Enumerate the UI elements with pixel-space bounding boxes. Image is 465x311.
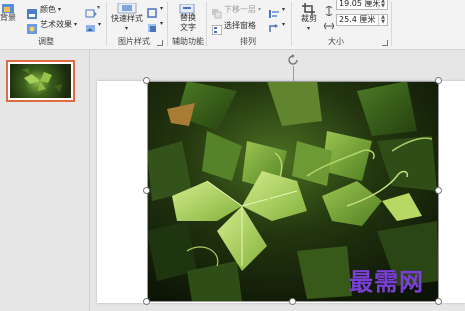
shape-height-icon (324, 1, 334, 17)
artistic-effects-icon[interactable] (27, 19, 37, 34)
resize-handle-top-right[interactable] (435, 77, 442, 84)
watermark-text: 最需网 (349, 267, 424, 296)
resize-handle-top-left[interactable] (143, 77, 150, 84)
picture-border-icon[interactable] (147, 3, 157, 18)
size-dialog-launcher[interactable] (382, 40, 388, 46)
slide-thumbnail-pane: 1 (0, 50, 90, 311)
quick-styles-button[interactable]: 快速样式 (111, 14, 143, 24)
shape-width-icon (323, 16, 335, 30)
picture-effects-dropdown-icon[interactable]: ▾ (160, 19, 163, 29)
remove-background-label[interactable]: 背景 (0, 13, 16, 23)
alt-text-button-line1[interactable]: 替换 (180, 13, 196, 23)
change-picture-dropdown-icon[interactable]: ▾ (98, 20, 101, 30)
compress-pictures-icon[interactable] (85, 4, 97, 18)
rotate-objects-dropdown-icon[interactable]: ▾ (282, 20, 285, 30)
group-divider (291, 2, 292, 46)
powerpoint-window: 背景 颜色 ▾ 艺术效果 ▾ ▾ ▾ 调整 快速样式 ▾ ▾ ▾ 图片样式 替换… (0, 0, 465, 311)
color-icon[interactable] (27, 4, 37, 19)
size-group-label: 大小 (328, 37, 344, 46)
remove-background-icon[interactable] (0, 0, 16, 13)
quick-styles-dropdown-icon[interactable]: ▾ (125, 24, 128, 34)
align-icon[interactable] (268, 4, 280, 18)
rotation-handle-stem (293, 66, 294, 81)
resize-handle-bottom-left[interactable] (143, 298, 150, 305)
shape-height-input[interactable]: 19.05 厘米 ▲ ▼ (336, 0, 388, 10)
adjust-group-label: 调整 (38, 37, 54, 46)
slide-thumbnail[interactable] (6, 60, 75, 102)
shape-width-value: 25.4 厘米 (339, 15, 376, 24)
resize-handle-middle-left[interactable] (143, 187, 150, 194)
send-backward-button: 下移一层 (224, 5, 256, 14)
picture-styles-dialog-launcher[interactable] (157, 40, 163, 46)
group-divider (206, 2, 207, 46)
send-backward-dropdown-icon: ▾ (258, 6, 262, 13)
slide-thumbnail-image (10, 64, 71, 98)
change-picture-icon[interactable] (85, 19, 97, 32)
alt-text-icon[interactable] (178, 0, 196, 14)
crop-dropdown-icon[interactable]: ▾ (307, 24, 310, 34)
send-backward-icon (212, 4, 222, 19)
rotate-handle-icon[interactable] (286, 52, 300, 66)
group-divider (167, 2, 168, 46)
selection-pane-button[interactable]: 选择窗格 (224, 21, 256, 31)
quick-styles-icon[interactable] (116, 0, 140, 14)
selection-pane-icon[interactable] (211, 20, 223, 36)
reset-picture-icon[interactable]: ▾ (97, 4, 103, 14)
color-button[interactable]: 颜色 (40, 5, 56, 15)
rotate-objects-icon[interactable] (268, 19, 280, 32)
shape-height-spinner[interactable]: ▲ ▼ (378, 0, 387, 9)
arrange-group-label: 排列 (240, 37, 256, 46)
shape-height-value: 19.05 厘米 (339, 0, 381, 8)
artistic-effects-dropdown-icon[interactable]: ▾ (74, 20, 77, 30)
shape-width-spinner[interactable]: ▲ ▼ (378, 15, 387, 25)
shape-width-input[interactable]: 25.4 厘米 ▲ ▼ (336, 14, 388, 26)
resize-handle-bottom-right[interactable] (435, 298, 442, 305)
color-dropdown-icon[interactable]: ▾ (58, 5, 61, 15)
align-dropdown-icon[interactable]: ▾ (282, 5, 285, 15)
group-divider (391, 2, 392, 46)
resize-handle-middle-right[interactable] (435, 187, 442, 194)
crop-button[interactable]: 裁剪 (301, 14, 317, 24)
ribbon: 背景 颜色 ▾ 艺术效果 ▾ ▾ ▾ 调整 快速样式 ▾ ▾ ▾ 图片样式 替换… (0, 0, 465, 50)
picture-effects-icon[interactable] (147, 18, 157, 32)
resize-handle-bottom-center[interactable] (289, 298, 296, 305)
alt-text-button-line2[interactable]: 文字 (180, 23, 196, 33)
crop-icon[interactable] (302, 0, 316, 15)
picture-styles-group-label: 图片样式 (118, 37, 150, 46)
accessibility-group-label: 辅助功能 (172, 37, 204, 46)
group-divider (106, 2, 107, 46)
artistic-effects-button[interactable]: 艺术效果 (40, 20, 72, 30)
picture-border-dropdown-icon[interactable]: ▾ (160, 4, 163, 14)
